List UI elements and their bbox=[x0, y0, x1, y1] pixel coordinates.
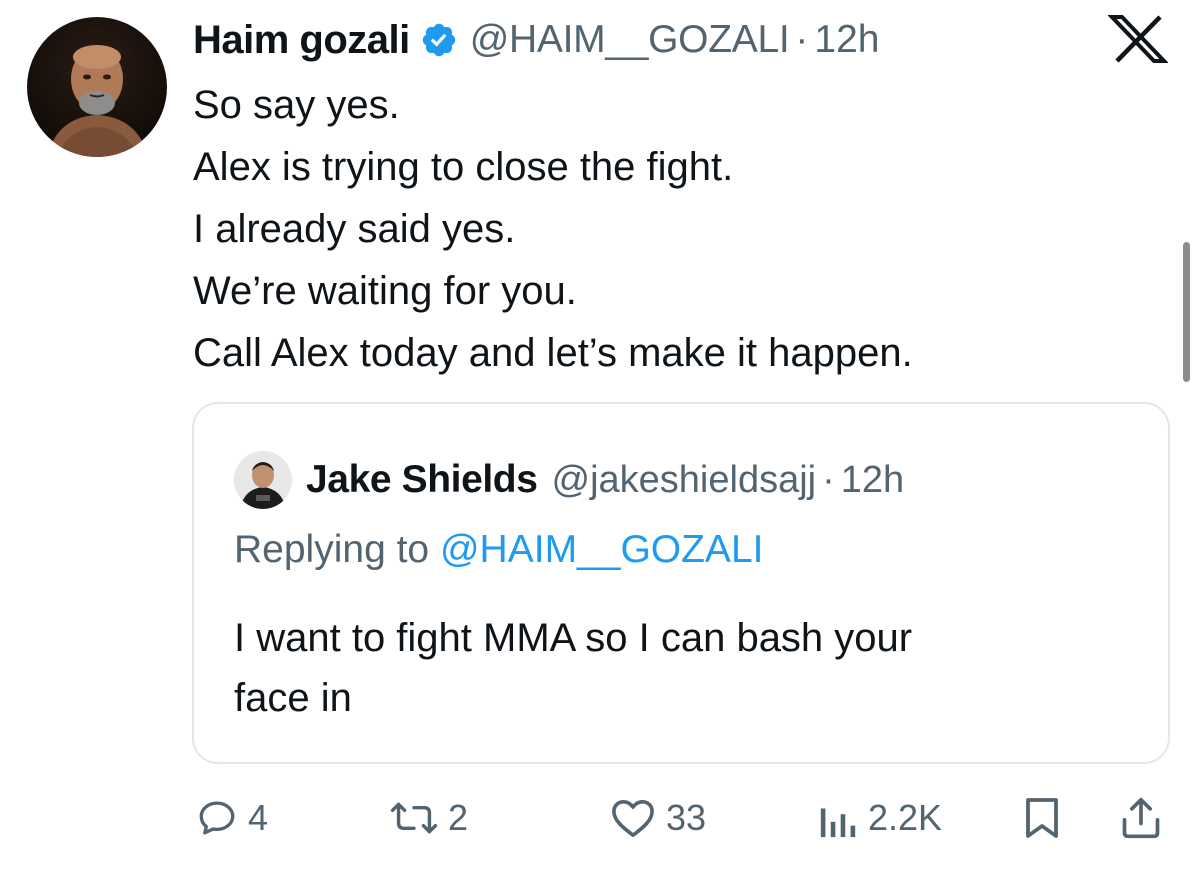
quoted-author-name[interactable]: Jake Shields bbox=[306, 458, 538, 502]
scrollbar-thumb[interactable] bbox=[1183, 242, 1190, 382]
tweet-text-line: I already said yes. bbox=[193, 207, 516, 251]
share-button[interactable] bbox=[1120, 790, 1162, 846]
reply-icon bbox=[199, 801, 235, 835]
tweet-text-line: Call Alex today and let’s make it happen… bbox=[193, 331, 913, 375]
quoted-tweet-text-line: face in bbox=[234, 676, 352, 720]
separator-dot: · bbox=[795, 18, 809, 61]
reply-button[interactable]: 4 bbox=[196, 790, 268, 846]
quoted-tweet-card[interactable]: Jake Shields @jakeshieldsajj · 12h Reply… bbox=[192, 402, 1170, 764]
tweet-action-bar: 4 2 33 2.2K bbox=[0, 790, 1200, 846]
tweet-text-line: Alex is trying to close the fight. bbox=[193, 145, 734, 189]
views-count: 2.2K bbox=[868, 797, 943, 838]
views-chart-icon bbox=[820, 808, 856, 838]
separator-dot: · bbox=[822, 458, 835, 501]
author-name[interactable]: Haim gozali bbox=[193, 18, 410, 63]
quoted-author-avatar[interactable] bbox=[234, 451, 292, 509]
quoted-author-avatar-image bbox=[234, 451, 292, 509]
repost-button[interactable]: 2 bbox=[390, 790, 468, 846]
views-button[interactable]: 2.2K bbox=[818, 790, 942, 846]
bookmark-button[interactable] bbox=[1024, 790, 1060, 846]
tweet-time[interactable]: 12h bbox=[814, 18, 879, 62]
like-button[interactable]: 33 bbox=[610, 790, 706, 846]
verified-badge-icon bbox=[420, 21, 458, 59]
tweet-text: So say yes. Alex is trying to close the … bbox=[193, 74, 1153, 384]
replying-to: Replying to @HAIM__GOZALI bbox=[234, 528, 763, 572]
author-avatar-image bbox=[27, 17, 167, 157]
heart-icon bbox=[612, 799, 654, 837]
quoted-tweet-text: I want to fight MMA so I can bash your f… bbox=[234, 608, 1134, 728]
tweet-header: Haim gozali @HAIM__GOZALI · 12h bbox=[193, 12, 879, 68]
replying-to-label: Replying to bbox=[234, 528, 430, 571]
like-count: 33 bbox=[666, 797, 707, 838]
share-icon bbox=[1122, 797, 1160, 839]
repost-count: 2 bbox=[448, 797, 469, 838]
reply-count: 4 bbox=[248, 797, 269, 838]
quoted-tweet-header: Jake Shields @jakeshieldsajj · 12h bbox=[234, 451, 904, 509]
replying-to-handle-link[interactable]: @HAIM__GOZALI bbox=[440, 528, 764, 571]
tweet-text-line: So say yes. bbox=[193, 83, 400, 127]
quoted-author-handle[interactable]: @jakeshieldsajj bbox=[552, 459, 817, 502]
author-handle[interactable]: @HAIM__GOZALI bbox=[470, 18, 790, 62]
quoted-tweet-text-line: I want to fight MMA so I can bash your bbox=[234, 616, 913, 660]
bookmark-icon bbox=[1026, 798, 1058, 838]
repost-icon bbox=[390, 802, 438, 834]
x-logo-icon bbox=[1108, 14, 1168, 64]
quoted-tweet-time[interactable]: 12h bbox=[841, 459, 904, 502]
tweet-text-line: We’re waiting for you. bbox=[193, 269, 577, 313]
author-avatar[interactable] bbox=[27, 17, 167, 157]
